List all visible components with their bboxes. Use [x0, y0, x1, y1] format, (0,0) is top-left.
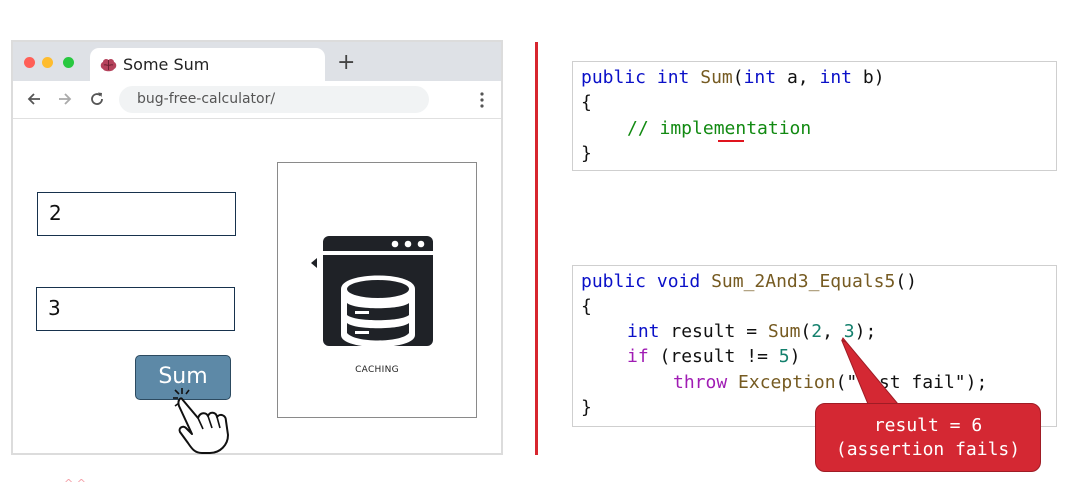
keyword-public: public	[581, 271, 647, 292]
condition-right: )	[789, 346, 801, 367]
condition-number: 5	[778, 346, 790, 367]
number-input-a[interactable]: 2	[37, 192, 236, 236]
keyword-int: int	[656, 67, 690, 88]
caching-label: CACHING	[355, 365, 399, 375]
method-name: Sum	[700, 67, 733, 88]
more-menu-icon[interactable]	[479, 91, 485, 109]
code-open-brace: {	[581, 92, 592, 113]
code-panel-implementation: public int Sum(int a, int b) { // implem…	[572, 61, 1057, 171]
test-method-name: Sum_2And3_Equals5	[711, 271, 896, 292]
number-input-b[interactable]: 3	[36, 287, 235, 331]
url-field[interactable]: bug-free-calculator/	[119, 86, 429, 113]
code-open-brace: {	[581, 296, 592, 317]
result-declaration: result =	[670, 321, 768, 342]
param-b: b	[862, 67, 874, 88]
keyword-if: if	[627, 346, 649, 367]
callout-line-result: result = 6	[873, 415, 983, 436]
brain-icon	[100, 58, 117, 72]
url-text: bug-free-calculator/	[137, 91, 276, 107]
condition-left: (result !=	[659, 346, 779, 367]
tab-title: Some Sum	[123, 55, 210, 74]
reload-icon[interactable]	[88, 90, 106, 108]
keyword-throw: throw	[673, 372, 728, 393]
arg-b: 3	[843, 321, 855, 342]
code-line-if: if (result != 5)	[627, 346, 800, 367]
keyword-int: int	[627, 321, 660, 342]
caching-illustration: CACHING	[277, 162, 477, 418]
code-line-result: int result = Sum(2, 3);	[627, 321, 877, 342]
code-close-brace: }	[581, 397, 592, 418]
code-line-throw: throw Exception("Test fail");	[673, 372, 987, 393]
empty-parens: ()	[895, 271, 917, 292]
section-divider	[535, 42, 538, 455]
result-callout: result = 6 (assertion fails)	[815, 403, 1041, 472]
address-bar: bug-free-calculator/	[13, 81, 501, 119]
pointing-hand-cursor-icon	[173, 388, 229, 454]
back-arrow-icon[interactable]	[25, 90, 43, 108]
database-cache-icon	[311, 236, 433, 347]
code-comment: // implementation	[627, 118, 812, 139]
throw-message: ("Test fail");	[835, 372, 988, 393]
forward-arrow-icon[interactable]	[56, 90, 74, 108]
keyword-public: public	[581, 67, 647, 88]
browser-tab[interactable]: Some Sum	[90, 48, 325, 81]
decorative-carets: ^ ^	[64, 477, 86, 489]
sum-call: Sum	[767, 321, 801, 342]
new-tab-button[interactable]: +	[337, 52, 355, 74]
code-line-test-signature: public void Sum_2And3_Equals5()	[581, 271, 917, 292]
minimize-window-button[interactable]	[42, 57, 53, 68]
code-close-brace: }	[581, 143, 592, 164]
param-a: a	[786, 67, 798, 88]
callout-line-assertion: (assertion fails)	[835, 439, 1021, 460]
keyword-int-a: int	[743, 67, 777, 88]
exception-type: Exception	[738, 372, 836, 393]
keyword-void: void	[656, 271, 701, 292]
close-window-button[interactable]	[24, 57, 35, 68]
code-line-signature: public int Sum(int a, int b)	[581, 67, 885, 88]
keyword-int-b: int	[819, 67, 852, 88]
spellcheck-underline	[718, 140, 744, 142]
tab-bar: Some Sum +	[13, 42, 501, 81]
browser-window: Some Sum + bug-free-calculator/ 2 3 Sum	[11, 40, 503, 455]
maximize-window-button[interactable]	[63, 57, 74, 68]
arg-a: 2	[811, 321, 823, 342]
